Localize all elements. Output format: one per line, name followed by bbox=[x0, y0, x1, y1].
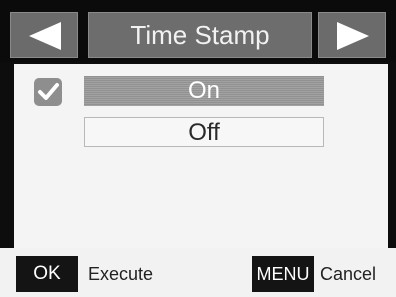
menu-action-label: Cancel bbox=[320, 264, 377, 284]
menu-header: Time Stamp bbox=[0, 0, 396, 62]
triangle-right-icon bbox=[337, 22, 369, 50]
prev-page-button[interactable] bbox=[10, 12, 78, 58]
ok-action-label: Execute bbox=[88, 264, 154, 284]
option-off[interactable]: Off bbox=[84, 117, 324, 147]
checkmark-icon bbox=[38, 83, 59, 100]
menu-footer: OK Execute MENU Cancel bbox=[0, 248, 396, 297]
selection-checkbox[interactable] bbox=[34, 78, 62, 106]
camera-menu-screen: Time Stamp On Off OK Execute MENU Cancel bbox=[0, 0, 396, 297]
menu-button[interactable]: MENU bbox=[252, 256, 314, 292]
page-title: Time Stamp bbox=[88, 12, 312, 58]
option-on[interactable]: On bbox=[84, 76, 324, 106]
options-panel: On Off bbox=[14, 64, 388, 248]
next-page-button[interactable] bbox=[318, 12, 386, 58]
triangle-left-icon bbox=[29, 22, 61, 50]
ok-button[interactable]: OK bbox=[16, 256, 78, 292]
